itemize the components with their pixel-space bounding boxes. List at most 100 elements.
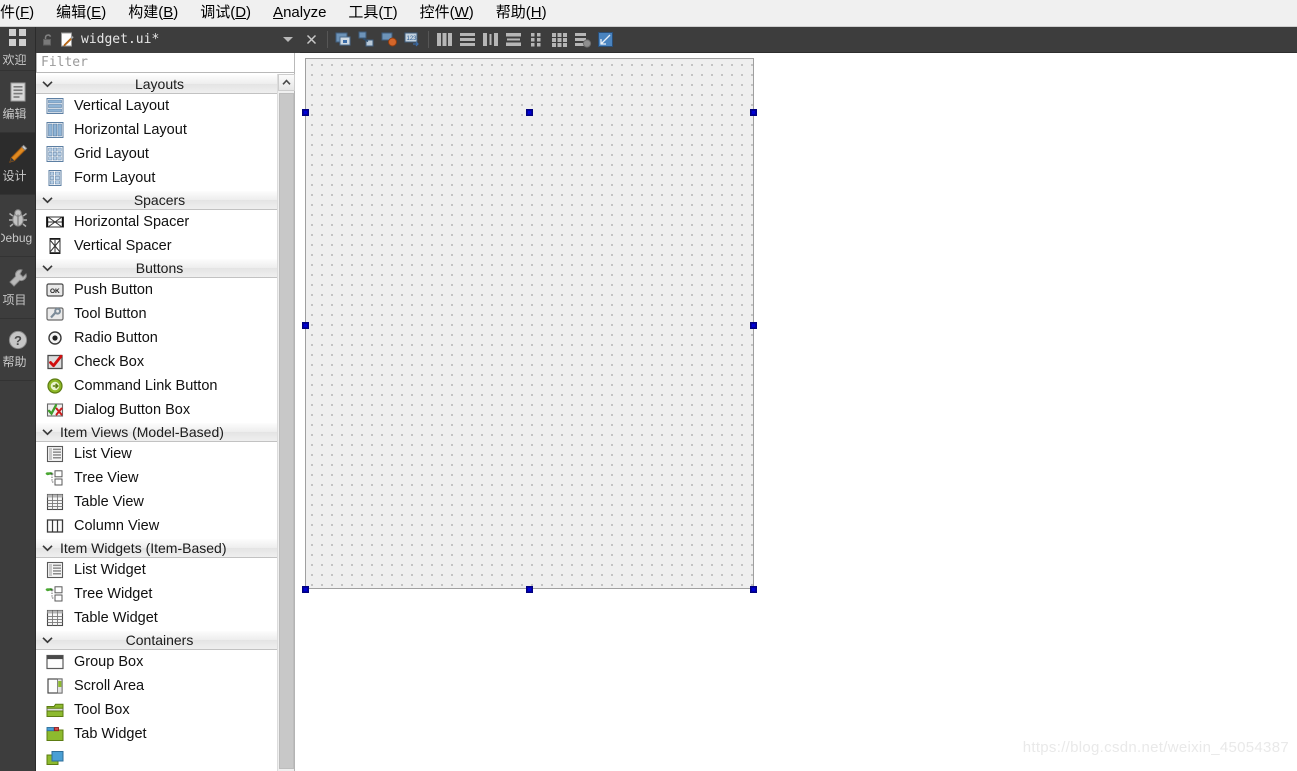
- widget-item[interactable]: Form Layout: [36, 166, 277, 190]
- mode-debug-bug[interactable]: Debug: [0, 195, 35, 257]
- form-widget-canvas[interactable]: [305, 58, 754, 589]
- widget-item-label: List View: [74, 446, 132, 462]
- layout-grid-icon[interactable]: [549, 29, 570, 50]
- form-editor-area[interactable]: [295, 53, 1297, 771]
- widget-item[interactable]: Group Box: [36, 650, 277, 674]
- layout-vertically-icon[interactable]: [457, 29, 478, 50]
- selection-handle-bottom-right[interactable]: [750, 586, 757, 593]
- selection-handle-top-center[interactable]: [526, 109, 533, 116]
- mode-edit-document[interactable]: 编辑: [0, 71, 35, 133]
- widget-item[interactable]: Tree Widget: [36, 582, 277, 606]
- widget-item[interactable]: Table Widget: [36, 606, 277, 630]
- layout-vertically-splitter-icon[interactable]: [503, 29, 524, 50]
- edit-signals-slots-icon[interactable]: [356, 29, 377, 50]
- widget-item[interactable]: Column View: [36, 514, 277, 538]
- widget-item-label: Tree Widget: [74, 586, 153, 602]
- widget-item[interactable]: Check Box: [36, 350, 277, 374]
- selection-handle-middle-right[interactable]: [750, 322, 757, 329]
- widget-box-scrollbar[interactable]: [277, 74, 295, 771]
- widget-item[interactable]: Horizontal Spacer: [36, 210, 277, 234]
- chevron-down-icon[interactable]: [36, 196, 58, 204]
- widget-section-header[interactable]: Buttons: [36, 258, 277, 278]
- mode-projects-wrench[interactable]: 项目: [0, 257, 35, 319]
- radio-button-icon: [44, 328, 66, 348]
- widget-section-header[interactable]: Containers: [36, 630, 277, 650]
- edit-buddies-icon[interactable]: [379, 29, 400, 50]
- scrollbar-thumb[interactable]: [279, 93, 294, 769]
- widget-section-header[interactable]: Layouts: [36, 74, 277, 94]
- chevron-down-icon[interactable]: [36, 428, 58, 436]
- widget-item[interactable]: Grid Layout: [36, 142, 277, 166]
- close-x-icon[interactable]: [301, 29, 322, 50]
- mode-help-question[interactable]: ? 帮助: [0, 319, 35, 381]
- menu-item-1[interactable]: 件(F): [0, 0, 45, 26]
- widget-item[interactable]: Radio Button: [36, 326, 277, 350]
- widget-item-label: Grid Layout: [74, 146, 149, 162]
- menu-item-7[interactable]: 控件(W): [409, 0, 485, 26]
- layout-horizontally-splitter-icon[interactable]: [480, 29, 501, 50]
- ui-file-pencil-icon: [60, 32, 75, 47]
- widget-section-title: Layouts: [134, 76, 185, 92]
- chevron-up-icon[interactable]: [278, 74, 295, 91]
- widget-section-header[interactable]: Item Views (Model-Based): [36, 422, 277, 442]
- selection-handle-top-right[interactable]: [750, 109, 757, 116]
- horizontal-spacer-icon: [44, 212, 66, 232]
- edit-tab-order-icon[interactable]: 123: [402, 29, 423, 50]
- chevron-down-icon[interactable]: [283, 37, 293, 42]
- widget-item-label: Command Link Button: [74, 378, 218, 394]
- widget-item-label: Scroll Area: [74, 678, 145, 694]
- chevron-down-icon[interactable]: [36, 80, 58, 88]
- widget-item[interactable]: Scroll Area: [36, 674, 277, 698]
- mode-label: 欢迎: [2, 53, 27, 67]
- widget-item[interactable]: Table View: [36, 490, 277, 514]
- widget-item[interactable]: Dialog Button Box: [36, 398, 277, 422]
- widget-section-header[interactable]: Spacers: [36, 190, 277, 210]
- selection-handle-middle-left[interactable]: [302, 322, 309, 329]
- grid-layout-icon: [44, 144, 66, 164]
- widget-item[interactable]: List View: [36, 442, 277, 466]
- selection-handle-bottom-left[interactable]: [302, 586, 309, 593]
- filter-input[interactable]: [36, 53, 295, 73]
- layout-form-icon[interactable]: [526, 29, 547, 50]
- svg-text:OK: OK: [50, 288, 60, 295]
- mode-label: Debug: [1, 230, 33, 245]
- edit-widgets-icon[interactable]: [333, 29, 354, 50]
- chevron-down-icon[interactable]: [36, 636, 58, 644]
- widget-item[interactable]: Tree View: [36, 466, 277, 490]
- tree-widget-icon: [44, 584, 66, 604]
- menu-item-4[interactable]: 调试(D): [189, 0, 262, 26]
- widget-item[interactable]: Vertical Layout: [36, 94, 277, 118]
- widget-item[interactable]: Vertical Spacer: [36, 234, 277, 258]
- widget-item[interactable]: Command Link Button: [36, 374, 277, 398]
- menu-item-6[interactable]: 工具(T): [337, 0, 408, 26]
- selection-handle-bottom-center[interactable]: [526, 586, 533, 593]
- menu-item-2[interactable]: 编辑(E): [45, 0, 117, 26]
- widget-item[interactable]: Horizontal Layout: [36, 118, 277, 142]
- horizontal-layout-icon: [44, 120, 66, 140]
- widget-box-list[interactable]: Layouts Vertical Layout Horizontal Layout G…: [36, 74, 277, 771]
- mode-design-pencil[interactable]: 设计: [0, 133, 35, 195]
- menu-item-3[interactable]: 构建(B): [117, 0, 189, 26]
- mode-welcome-grid[interactable]: 欢迎: [0, 27, 35, 71]
- selection-handle-top-left[interactable]: [302, 109, 309, 116]
- editor-toolbar-strip: widget.ui* 123: [36, 26, 1297, 53]
- widget-item[interactable]: Tab Widget: [36, 722, 277, 746]
- widget-item[interactable]: Tool Button: [36, 302, 277, 326]
- break-layout-icon[interactable]: [572, 29, 593, 50]
- menu-item-8[interactable]: 帮助(H): [485, 0, 558, 26]
- unlocked-padlock-icon[interactable]: [41, 33, 55, 47]
- widget-item[interactable]: Tool Box: [36, 698, 277, 722]
- menu-item-5[interactable]: Analyze: [262, 0, 337, 26]
- widget-section-title: Spacers: [133, 192, 186, 208]
- widget-item[interactable]: OK Push Button: [36, 278, 277, 302]
- widget-item[interactable]: List Widget: [36, 558, 277, 582]
- widget-section-header[interactable]: Item Widgets (Item-Based): [36, 538, 277, 558]
- chevron-down-icon[interactable]: [36, 264, 58, 272]
- chevron-down-icon[interactable]: [36, 544, 58, 552]
- widget-item-label: Column View: [74, 518, 160, 534]
- adjust-size-icon[interactable]: [595, 29, 616, 50]
- editor-file-tab[interactable]: widget.ui*: [36, 26, 300, 53]
- widget-item[interactable]: [36, 746, 277, 770]
- widget-item-label: Tool Box: [74, 702, 130, 718]
- layout-horizontally-icon[interactable]: [434, 29, 455, 50]
